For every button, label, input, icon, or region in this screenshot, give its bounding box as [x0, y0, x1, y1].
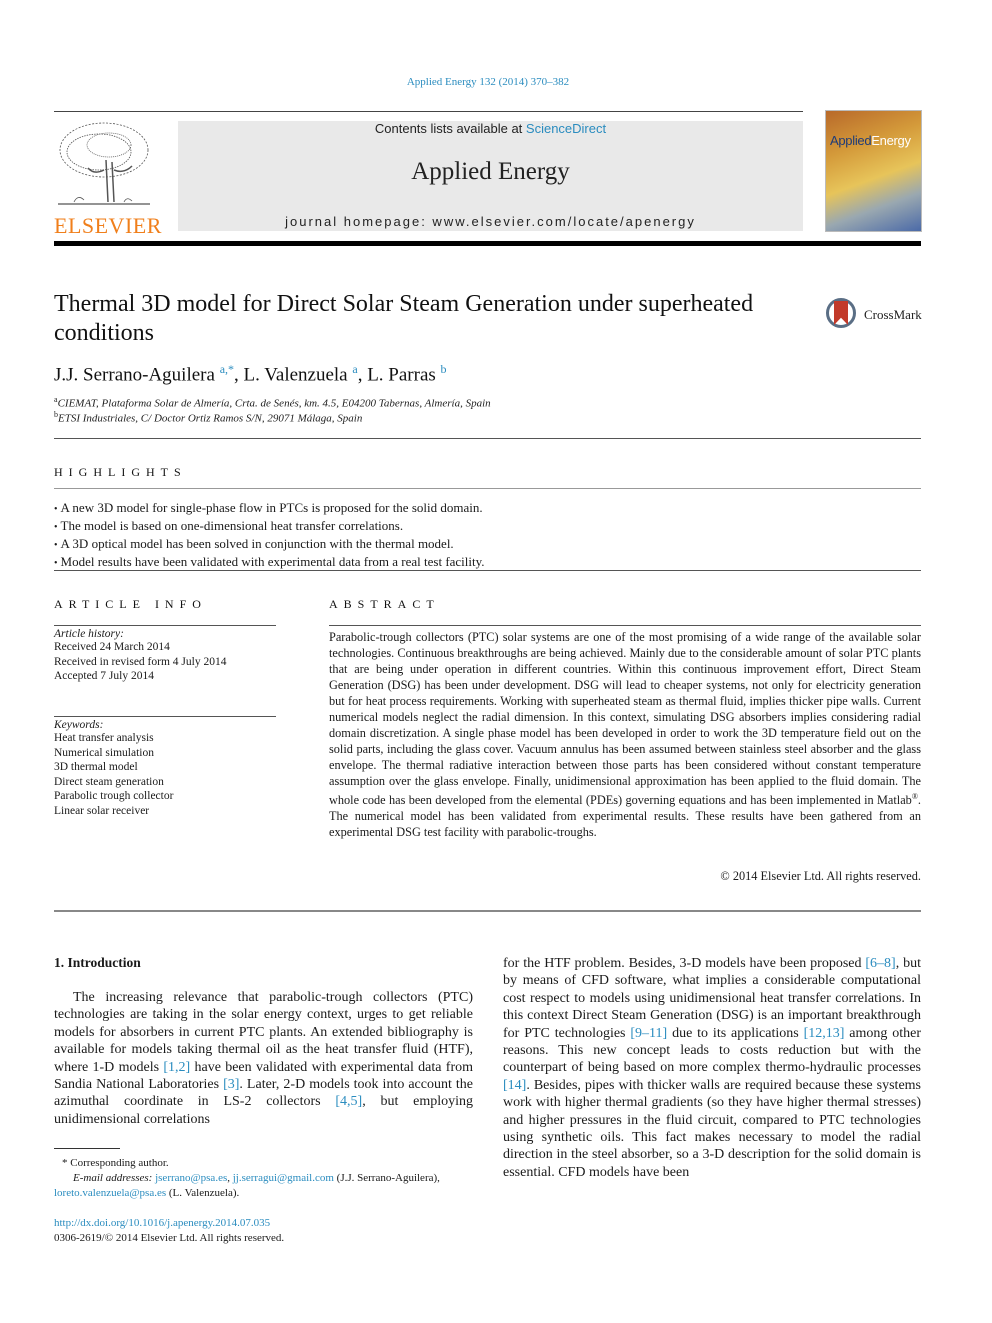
- abstract-text: Parabolic-trough collectors (PTC) solar …: [329, 630, 921, 840]
- affiliation: aCIEMAT, Plataforma Solar de Almería, Cr…: [54, 395, 491, 410]
- elsevier-logo: ELSEVIER: [54, 120, 161, 238]
- body-text: for the HTF problem. Besides, 3-D models…: [503, 956, 866, 971]
- highlights-heading: HIGHLIGHTS: [54, 465, 187, 479]
- footnotes: * Corresponding author. E-mail addresses…: [54, 1156, 474, 1201]
- footnote-divider: [54, 1148, 120, 1149]
- author-name[interactable]: L. Parras: [367, 364, 436, 385]
- divider: [54, 438, 921, 439]
- intro-paragraph-right: for the HTF problem. Besides, 3-D models…: [503, 955, 921, 1181]
- journal-name: Applied Energy: [411, 158, 570, 185]
- keyword: Linear solar receiver: [54, 804, 150, 817]
- author-affil-marker[interactable]: b: [441, 362, 447, 376]
- journal-cover-image: AppliedEnergy: [826, 111, 921, 231]
- journal-citation[interactable]: Applied Energy 132 (2014) 370–382: [0, 76, 976, 88]
- abstract-heading: ABSTRACT: [329, 597, 440, 611]
- author-name[interactable]: J.J. Serrano-Aguilera: [54, 364, 215, 385]
- author-list: J.J. Serrano-Aguilera a,*, L. Valenzuela…: [54, 362, 447, 386]
- highlights-list: A new 3D model for single-phase flow in …: [54, 500, 485, 572]
- email-addresses: E-mail addresses: jserrano@psa.es, jj.se…: [73, 1172, 440, 1184]
- issn-copyright: 0306-2619/© 2014 Elsevier Ltd. All right…: [54, 1232, 285, 1244]
- section-heading-introduction: 1. Introduction: [54, 955, 141, 970]
- citation-reference-link[interactable]: [9–11]: [630, 1026, 667, 1041]
- keywords-list: Keywords: Heat transfer analysis Numeric…: [54, 719, 174, 817]
- author-affil-marker[interactable]: a,*: [220, 362, 234, 376]
- history-entry: Accepted 7 July 2014: [54, 670, 154, 682]
- article-info-heading: ARTICLE INFO: [54, 597, 207, 611]
- sciencedirect-link[interactable]: ScienceDirect: [526, 121, 606, 136]
- author-name[interactable]: L. Valenzuela: [244, 364, 348, 385]
- doi-link[interactable]: http://dx.doi.org/10.1016/j.apenergy.201…: [54, 1216, 284, 1231]
- journal-banner: Contents lists available at ScienceDirec…: [178, 121, 803, 231]
- citation-reference-link[interactable]: [4,5]: [335, 1094, 362, 1109]
- elsevier-tree-icon: [58, 122, 150, 205]
- affiliation: bETSI Industriales, C/ Doctor Ortiz Ramo…: [54, 410, 363, 425]
- citation-reference-link[interactable]: [12,13]: [804, 1026, 845, 1041]
- article-title: Thermal 3D model for Direct Solar Steam …: [54, 291, 754, 346]
- email-link[interactable]: jserrano@psa.es: [155, 1172, 227, 1184]
- crossmark-badge[interactable]: CrossMark: [826, 298, 926, 332]
- keyword: Direct steam generation: [54, 775, 164, 788]
- abstract-copyright: © 2014 Elsevier Ltd. All rights reserved…: [720, 869, 921, 883]
- keyword: Parabolic trough collector: [54, 790, 174, 802]
- divider: [54, 716, 276, 717]
- highlight-item: The model is based on one-dimensional he…: [54, 518, 485, 536]
- keyword: Numerical simulation: [54, 746, 154, 759]
- citation-reference-link[interactable]: [1,2]: [163, 1060, 190, 1075]
- doi-block: http://dx.doi.org/10.1016/j.apenergy.201…: [54, 1216, 284, 1246]
- article-history: Article history: Received 24 March 2014 …: [54, 628, 227, 682]
- header-thick-divider: [54, 241, 921, 246]
- divider: [54, 488, 921, 489]
- history-entry: Received 24 March 2014: [54, 641, 170, 653]
- citation-reference-link[interactable]: [3]: [223, 1077, 239, 1092]
- keyword: 3D thermal model: [54, 761, 138, 773]
- email-link[interactable]: jj.serragui@gmail.com: [233, 1172, 334, 1184]
- keyword: Heat transfer analysis: [54, 732, 154, 744]
- corresponding-author-note: * Corresponding author.: [62, 1157, 169, 1169]
- citation-reference-link[interactable]: [6–8]: [865, 956, 895, 971]
- intro-paragraph-left: The increasing relevance that parabolic-…: [54, 989, 473, 1128]
- journal-homepage[interactable]: journal homepage: www.elsevier.com/locat…: [178, 214, 803, 229]
- highlight-item: A 3D optical model has been solved in co…: [54, 536, 485, 554]
- divider: [54, 570, 921, 571]
- email-link[interactable]: loreto.valenzuela@psa.es: [54, 1187, 166, 1199]
- divider: [329, 625, 921, 626]
- divider: [54, 910, 921, 912]
- contents-line: Contents lists available at ScienceDirec…: [374, 121, 607, 136]
- cover-title: AppliedEnergy: [830, 133, 911, 148]
- highlight-item: A new 3D model for single-phase flow in …: [54, 500, 485, 518]
- body-text: due to its applications: [667, 1025, 804, 1041]
- body-text: . Besides, pipes with thicker walls are …: [503, 1077, 921, 1180]
- elsevier-wordmark: ELSEVIER: [54, 213, 162, 238]
- citation-reference-link[interactable]: [14]: [503, 1078, 526, 1093]
- author-affil-marker[interactable]: a: [352, 362, 357, 376]
- header-divider: [54, 111, 803, 112]
- divider: [54, 625, 276, 626]
- history-entry: Received in revised form 4 July 2014: [54, 655, 227, 668]
